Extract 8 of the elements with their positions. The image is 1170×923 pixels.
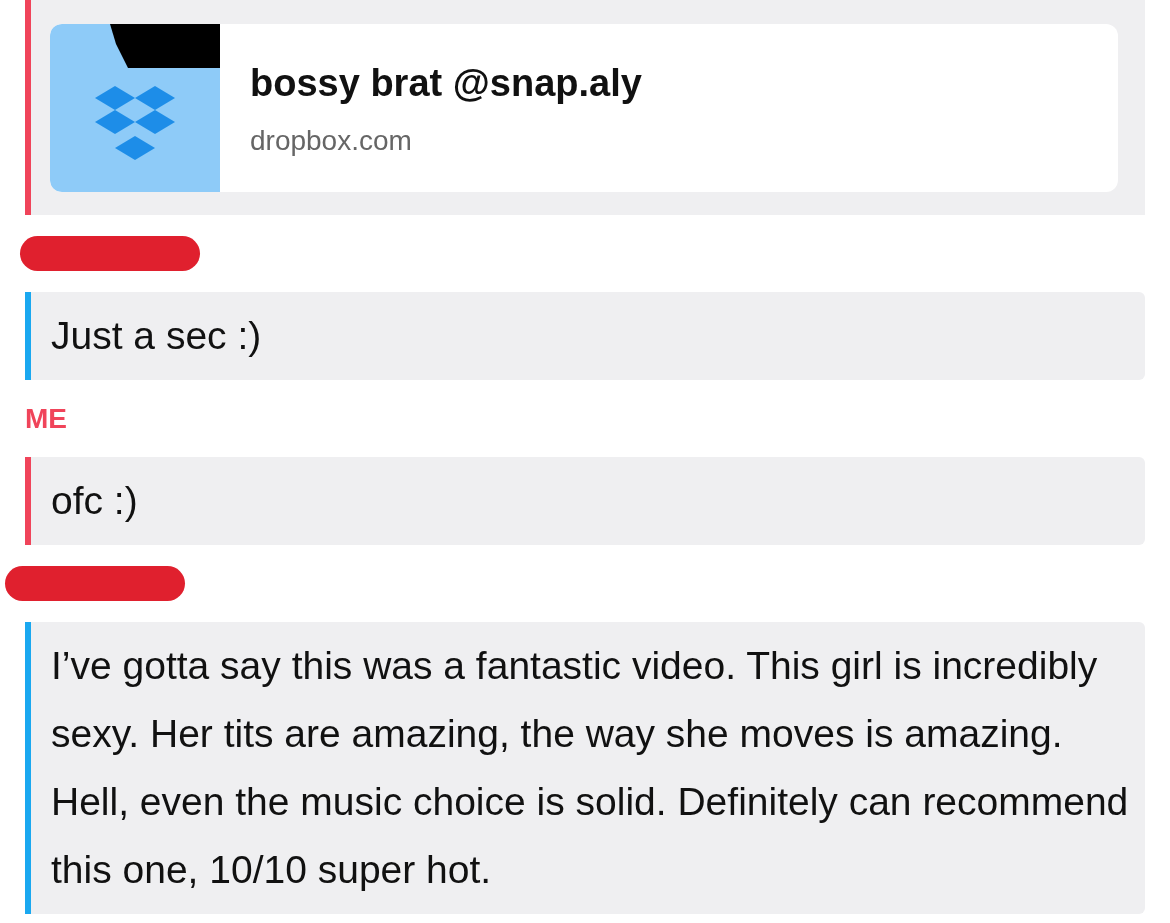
- link-domain: dropbox.com: [250, 123, 413, 158]
- sender-name: ME: [25, 401, 67, 436]
- message-text: ofc :): [50, 478, 139, 524]
- link-preview[interactable]: bossy brat @snap.aly dropbox.com: [25, 0, 1145, 215]
- folder-icon: [50, 24, 220, 192]
- message-text: Just a sec :): [50, 313, 263, 359]
- link-title: bossy brat @snap.aly: [250, 60, 642, 106]
- message-text: I’ve gotta say this was a fantastic video. This girl is incredibly sexy. Her tits are amazing, the way she moves is amazing. Hell, even the music choice is solid. Definitely can recommend this one, 10/10 super hot.: [50, 643, 1130, 893]
